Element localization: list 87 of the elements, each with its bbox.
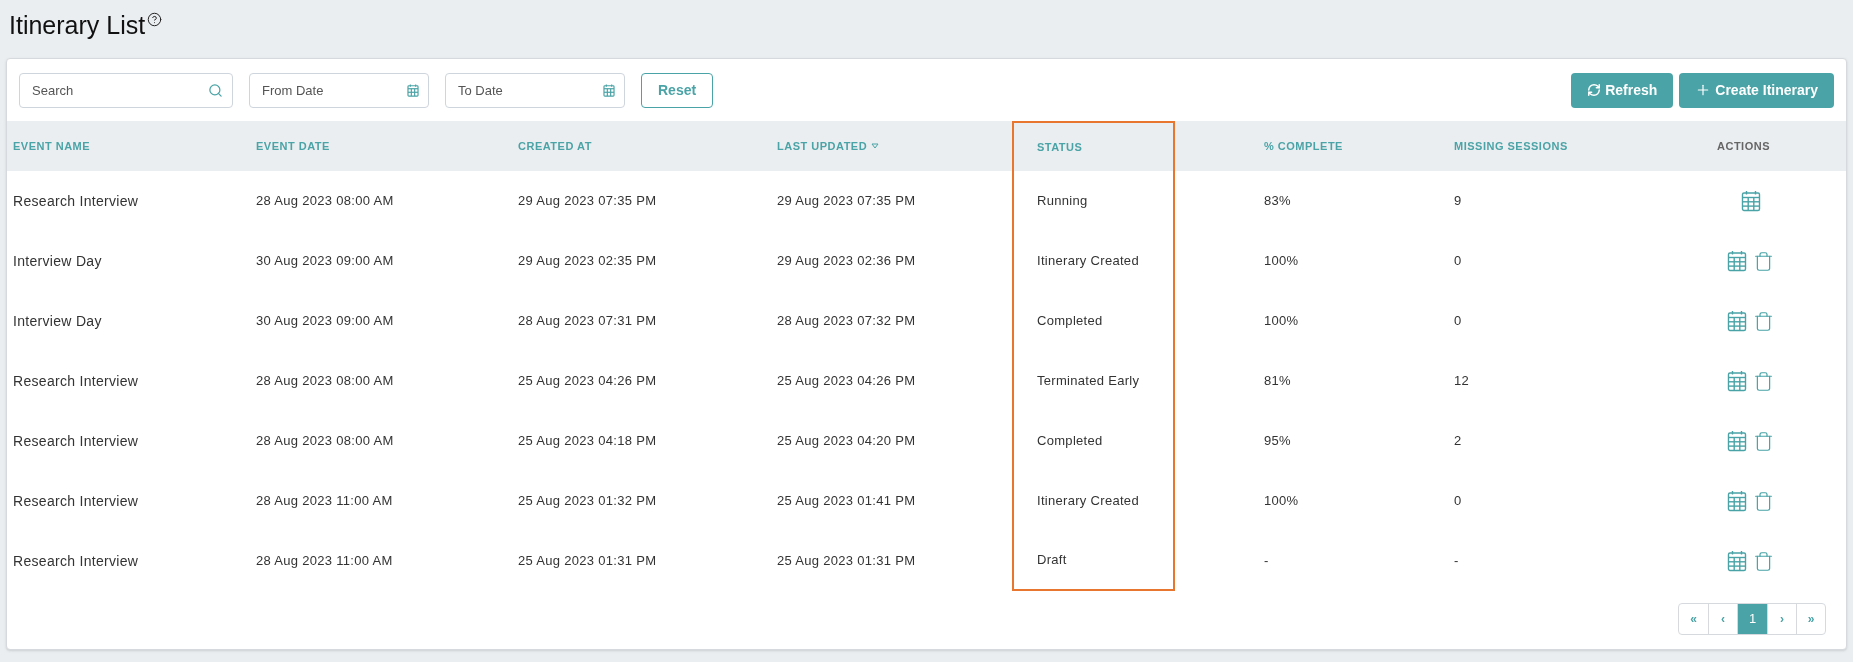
sort-icon — [871, 143, 880, 149]
table-cell-text: 25 Aug 2023 01:31 PM — [518, 552, 657, 571]
table-cell-text: Draft — [1037, 551, 1067, 570]
table-cell-text: 25 Aug 2023 01:31 PM — [777, 552, 916, 571]
table-cell-text: 28 Aug 2023 08:00 AM — [256, 432, 394, 451]
table-cell-text: Research Interview — [13, 491, 139, 511]
table-cell-text: 100% — [1264, 492, 1299, 511]
page-title: Itinerary List — [9, 10, 146, 40]
table-cell-text: Itinerary Created — [1037, 252, 1139, 271]
trash-icon[interactable] — [1753, 430, 1774, 452]
table-cell-text: Interview Day — [13, 311, 102, 331]
table-cell-text: Terminated Early — [1037, 372, 1140, 391]
page-button[interactable]: 1 — [1737, 604, 1767, 634]
calendar-icon[interactable] — [1727, 250, 1747, 272]
calendar-icon[interactable] — [407, 83, 419, 97]
trash-icon[interactable] — [1753, 250, 1774, 272]
table-cell-text: Completed — [1037, 432, 1103, 451]
calendar-icon[interactable] — [1727, 490, 1747, 512]
column-header[interactable]: MISSING SESSIONS — [1454, 121, 1641, 171]
refresh-button[interactable]: Refresh — [1571, 72, 1674, 108]
table-cell-text: Running — [1037, 192, 1088, 211]
table-cell-text: Research Interview — [13, 431, 139, 451]
table-cell-text: 25 Aug 2023 04:20 PM — [777, 432, 916, 451]
table-cell-text: 2 — [1454, 432, 1462, 451]
column-header[interactable]: STATUS — [1012, 121, 1175, 171]
table-cell-text: 30 Aug 2023 09:00 AM — [256, 312, 394, 331]
reset-button[interactable]: Reset — [641, 72, 714, 108]
table-cell-text: - — [1264, 552, 1269, 571]
column-header[interactable]: EVENT DATE — [256, 121, 518, 171]
table-cell-text: 25 Aug 2023 04:26 PM — [518, 372, 657, 391]
table-cell-text: 28 Aug 2023 07:32 PM — [777, 312, 916, 331]
table-cell-text: 81% — [1264, 372, 1291, 391]
page-button[interactable]: › — [1767, 604, 1796, 634]
table-cell-text: 0 — [1454, 252, 1462, 271]
table-cell-text: 28 Aug 2023 11:00 AM — [256, 492, 393, 511]
calendar-icon[interactable] — [1727, 310, 1747, 332]
table-cell-text: Completed — [1037, 312, 1103, 331]
create-itinerary-button[interactable]: Create Itinerary — [1679, 72, 1834, 108]
table-cell-text: 29 Aug 2023 07:35 PM — [518, 192, 657, 211]
table-cell-text: 28 Aug 2023 11:00 AM — [256, 552, 393, 571]
trash-icon[interactable] — [1753, 490, 1774, 512]
page-button[interactable]: « — [1679, 604, 1708, 634]
search-field[interactable]: Search — [19, 72, 233, 108]
search-icon[interactable] — [208, 82, 223, 98]
table-cell-text: 100% — [1264, 252, 1299, 271]
table-cell-text: 29 Aug 2023 07:35 PM — [777, 192, 916, 211]
table-cell-text: 29 Aug 2023 02:35 PM — [518, 252, 657, 271]
table-cell-text: Research Interview — [13, 371, 139, 391]
table-cell-text: Research Interview — [13, 191, 139, 211]
date-field[interactable]: From Date — [249, 72, 429, 108]
column-header[interactable]: LAST UPDATED — [777, 121, 1012, 171]
table-cell-text: 25 Aug 2023 01:32 PM — [518, 492, 657, 511]
column-header[interactable]: ACTIONS — [1641, 121, 1846, 171]
column-header[interactable]: % COMPLETE — [1175, 121, 1454, 171]
table-cell-text: 25 Aug 2023 01:41 PM — [777, 492, 916, 511]
page-button[interactable]: » — [1796, 604, 1825, 634]
table-cell-text: Interview Day — [13, 251, 102, 271]
calendar-icon[interactable] — [1727, 370, 1747, 392]
calendar-icon[interactable] — [1727, 550, 1747, 572]
help-icon[interactable] — [147, 12, 163, 27]
refresh-icon — [1587, 83, 1602, 97]
table-cell-text: 30 Aug 2023 09:00 AM — [256, 252, 394, 271]
trash-icon[interactable] — [1753, 310, 1774, 332]
trash-icon[interactable] — [1753, 370, 1774, 392]
column-header[interactable]: EVENT NAME — [7, 121, 256, 171]
table-cell-text: 28 Aug 2023 08:00 AM — [256, 372, 394, 391]
table-cell-text: 28 Aug 2023 08:00 AM — [256, 192, 394, 211]
table-cell-text: 100% — [1264, 312, 1299, 331]
table-cell-text: 29 Aug 2023 02:36 PM — [777, 252, 916, 271]
date-field[interactable]: To Date — [445, 72, 625, 108]
table-cell-text: 12 — [1454, 372, 1470, 391]
table-cell-text: 95% — [1264, 432, 1291, 451]
table-cell-text: 0 — [1454, 312, 1462, 331]
column-header[interactable]: CREATED AT — [518, 121, 777, 171]
table-cell-text: 9 — [1454, 192, 1462, 211]
table-cell-text: 28 Aug 2023 07:31 PM — [518, 312, 657, 331]
calendar-icon[interactable] — [1740, 190, 1761, 212]
table-cell-text: 83% — [1264, 192, 1291, 211]
table-cell-text: 25 Aug 2023 04:26 PM — [777, 372, 916, 391]
table-cell-text: 25 Aug 2023 04:18 PM — [518, 432, 657, 451]
table-cell-text: Itinerary Created — [1037, 492, 1139, 511]
trash-icon[interactable] — [1753, 550, 1774, 572]
calendar-icon[interactable] — [603, 83, 615, 97]
table-cell-text: 0 — [1454, 492, 1462, 511]
table-cell-text: Research Interview — [13, 551, 139, 571]
calendar-icon[interactable] — [1727, 430, 1747, 452]
table-cell-text: - — [1454, 552, 1459, 571]
